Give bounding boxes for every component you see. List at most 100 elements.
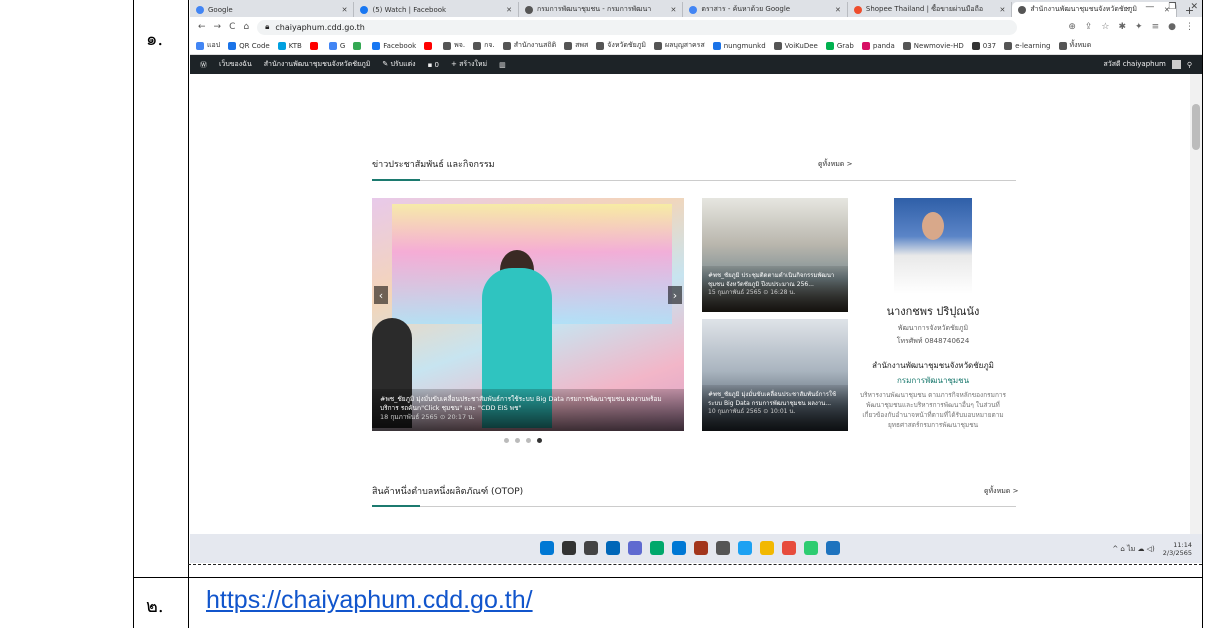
slide-caption[interactable]: #พช_ชัยภูมิ มุ่งมั่นขับเคลื่อนประชาสัมพั… xyxy=(372,389,684,431)
page-content: ข่าวประชาสัมพันธ์ และกิจกรรม ดูทั้งหมด >… xyxy=(190,74,1190,534)
wp-new[interactable]: + สร้างใหม่ xyxy=(451,59,487,70)
bookmark-item[interactable]: Newmovie-HD xyxy=(902,41,964,50)
slider-dot[interactable] xyxy=(526,438,531,443)
taskbar-app-icon[interactable] xyxy=(694,541,708,555)
wp-comments[interactable]: ▪ 0 xyxy=(428,61,439,69)
bookmark-item[interactable]: panda xyxy=(861,41,895,50)
restore-icon[interactable]: ❐ xyxy=(1168,2,1176,12)
tab-close-icon[interactable]: ✕ xyxy=(999,6,1005,14)
wordpress-icon[interactable]: Ⓦ xyxy=(200,60,207,70)
zoom-icon[interactable]: ⊕ xyxy=(1068,22,1076,32)
slider-prev-button[interactable]: ‹ xyxy=(374,286,388,304)
browser-tab[interactable]: กรมการพัฒนาชุมชน - กรมการพัฒนา ✕ xyxy=(519,2,684,17)
address-bar[interactable]: 🔒︎ chaiyaphum.cdd.go.th xyxy=(257,19,1018,35)
tab-close-icon[interactable]: ✕ xyxy=(835,6,841,14)
bookmark-label: สำนักงานสถิติ xyxy=(513,41,557,49)
forward-icon[interactable]: → xyxy=(214,22,222,32)
wp-customize[interactable]: ✎ ปรับแต่ง xyxy=(382,59,415,70)
taskbar-app-icon[interactable] xyxy=(650,541,664,555)
slider-dot[interactable] xyxy=(515,438,520,443)
browser-tab[interactable]: Google ✕ xyxy=(190,2,355,17)
bookmark-item[interactable]: กจ. xyxy=(473,40,495,51)
search-icon[interactable]: ⚲ xyxy=(1187,61,1192,69)
otop-see-all-link[interactable]: ดูทั้งหมด > xyxy=(984,486,1018,497)
share-icon[interactable]: ⇪ xyxy=(1085,22,1093,32)
minimize-icon[interactable]: — xyxy=(1145,2,1154,12)
news-card[interactable]: #พช_ชัยภูมิ ประชุมติดตามดำเนินกิจกรรมพัฒ… xyxy=(702,198,848,312)
news-see-all-link[interactable]: ดูทั้งหมด > xyxy=(818,159,852,170)
bookmark-label: G xyxy=(339,41,346,50)
document-page: ๑. ๒. https://chaiyaphum.cdd.go.th/ Goog… xyxy=(0,0,1216,628)
star-icon[interactable]: ☆ xyxy=(1101,22,1109,32)
bookmark-label: กจ. xyxy=(484,41,495,49)
taskbar-app-icon[interactable] xyxy=(606,541,620,555)
menu-icon[interactable]: ⋮ xyxy=(1185,22,1194,32)
slider-dot[interactable] xyxy=(537,438,542,443)
taskbar-app-icon[interactable] xyxy=(628,541,642,555)
bookmark-item[interactable]: G xyxy=(328,41,346,50)
bookmark-item[interactable]: e-learning xyxy=(1004,41,1051,50)
bookmark-item[interactable]: nungmunkd xyxy=(712,41,766,50)
chevron-down-icon[interactable]: ⌄ xyxy=(1124,2,1132,12)
url-link[interactable]: https://chaiyaphum.cdd.go.th/ xyxy=(206,586,533,615)
clock[interactable]: 11:14 2/3/2565 xyxy=(1163,541,1192,557)
wp-account[interactable]: สวัสดี chaiyaphum ⚲ xyxy=(1104,59,1192,70)
slider-dot[interactable] xyxy=(504,438,509,443)
bookmark-item[interactable]: Facebook xyxy=(372,41,416,50)
news-slider[interactable]: #พช_ชัยภูมิ มุ่งมั่นขับเคลื่อนประชาสัมพั… xyxy=(372,198,684,431)
address-text: chaiyaphum.cdd.go.th xyxy=(275,22,365,32)
slider-next-button[interactable]: › xyxy=(668,286,682,304)
tab-label: กรมการพัฒนาชุมชน - กรมการพัฒนา xyxy=(536,5,652,13)
taskbar-app-icon[interactable] xyxy=(804,541,818,555)
bookmark-item[interactable]: VoiKuDee xyxy=(773,41,818,50)
taskbar-app-icon[interactable] xyxy=(782,541,796,555)
bookmark-item[interactable]: สพส xyxy=(564,40,588,51)
tab-close-icon[interactable]: ✕ xyxy=(671,6,677,14)
browser-tab[interactable]: Shopee Thailand | ซื้อขายผ่านมือถือ ✕ xyxy=(848,2,1013,17)
profile-icon[interactable]: ● xyxy=(1168,22,1176,32)
taskbar-app-icon[interactable] xyxy=(738,541,752,555)
news-card-date: 10 กุมภาพันธ์ 2565 ⊙ 10:01 น. xyxy=(708,408,796,415)
bookmark-item[interactable]: 037 xyxy=(971,41,996,50)
plus-icon: + xyxy=(451,60,460,68)
comment-icon: ▪ xyxy=(427,60,435,69)
taskbar-app-icon[interactable] xyxy=(562,541,576,555)
reading-list-icon[interactable]: ≡ xyxy=(1152,22,1160,32)
tab-close-icon[interactable]: ✕ xyxy=(506,6,512,14)
bookmark-item[interactable]: พจ. xyxy=(443,40,465,51)
bookmark-item[interactable] xyxy=(424,41,435,50)
browser-tab[interactable]: ตราสาร - ค้นหาด้วย Google ✕ xyxy=(683,2,848,17)
bookmark-item[interactable]: แอป xyxy=(196,40,220,51)
wp-my-sites[interactable]: เว็บของฉัน xyxy=(219,59,252,70)
bookmark-item[interactable]: ผลบุญสาครส xyxy=(654,40,705,51)
bookmark-item[interactable]: QR Code xyxy=(228,41,270,50)
taskbar-app-icon[interactable] xyxy=(672,541,686,555)
page-scrollbar[interactable] xyxy=(1190,74,1202,534)
bookmark-item[interactable]: ทั้งหมด xyxy=(1058,40,1091,51)
puzzle-icon[interactable]: ✦ xyxy=(1135,22,1143,32)
browser-tab[interactable]: (5) Watch | Facebook ✕ xyxy=(354,2,519,17)
bookmark-item[interactable] xyxy=(353,41,364,50)
scrollbar-thumb[interactable] xyxy=(1192,104,1200,150)
taskbar-app-icon[interactable] xyxy=(716,541,730,555)
bookmark-item[interactable] xyxy=(309,41,321,50)
news-card[interactable]: #พช_ชัยภูมิ มุ่งมั่นขับเคลื่อนประชาสัมพั… xyxy=(702,319,848,431)
close-icon[interactable]: ✕ xyxy=(1190,2,1198,12)
extension-icon[interactable]: ✱ xyxy=(1119,22,1127,32)
tray-icons[interactable]: ^ ⌂ ไม ☁ ◁) xyxy=(1112,544,1154,555)
reload-icon[interactable]: C xyxy=(229,22,235,32)
taskbar-app-icon[interactable] xyxy=(760,541,774,555)
tab-close-icon[interactable]: ✕ xyxy=(342,6,348,14)
home-icon[interactable]: ⌂ xyxy=(243,22,249,32)
bookmark-item[interactable]: สำนักงานสถิติ xyxy=(502,40,557,51)
wp-stats-icon[interactable]: ▥ xyxy=(499,61,506,69)
taskbar-app-icon[interactable] xyxy=(584,541,598,555)
director-position: พัฒนาการจังหวัดชัยภูมิ xyxy=(897,324,969,332)
wp-site-name[interactable]: สำนักงานพัฒนาชุมชนจังหวัดชัยภูมิ xyxy=(264,59,371,70)
taskbar-app-icon[interactable] xyxy=(826,541,840,555)
bookmark-item[interactable]: Grab xyxy=(825,41,854,50)
taskbar-app-icon[interactable] xyxy=(540,541,554,555)
back-icon[interactable]: ← xyxy=(198,22,206,32)
bookmark-item[interactable]: จังหวัดชัยภูมิ xyxy=(596,40,646,51)
bookmark-item[interactable]: KTB xyxy=(277,41,302,50)
